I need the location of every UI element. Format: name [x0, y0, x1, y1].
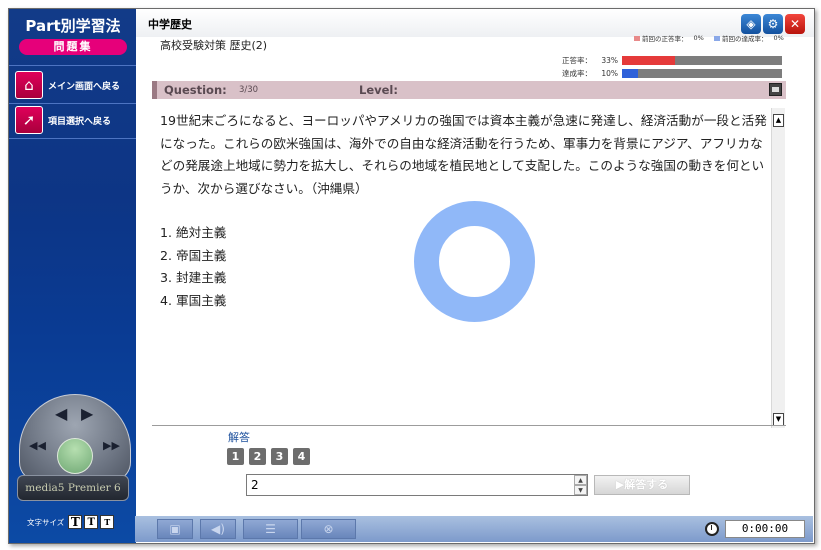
submit-answer-button[interactable]: ▶解答する: [594, 475, 690, 495]
answer-button-3[interactable]: 3: [271, 448, 288, 465]
legend-swatch: [634, 35, 640, 41]
font-size-large-button[interactable]: T: [68, 515, 83, 529]
choice-item: 1. 絶対主義: [160, 225, 227, 240]
sidebar-item-label: メイン画面へ戻る: [48, 81, 121, 92]
font-size-label: 文字サイズ: [27, 517, 65, 527]
navigation-controller: ◀ ▶ ◀◀ ▶▶: [19, 394, 131, 482]
cube-icon[interactable]: ◈: [741, 14, 761, 34]
correct-rate-fill: [622, 55, 675, 65]
app-logo-title: Part別学習法: [25, 17, 121, 35]
sidebar-divider: [9, 138, 136, 139]
answer-button-2[interactable]: 2: [249, 448, 266, 465]
answer-button-4[interactable]: 4: [293, 448, 310, 465]
controller-center-button[interactable]: [57, 438, 93, 474]
image-icon[interactable]: ▣: [157, 519, 193, 539]
question-text: 19世紀末ごろになると、ヨーロッパやアメリカの強国では資本主義が急速に発達し、経…: [160, 113, 767, 196]
font-size-medium-button[interactable]: T: [84, 515, 99, 529]
achievement-rate-row: 達成率： 10%: [552, 68, 782, 78]
first-question-button[interactable]: ◀◀: [29, 438, 46, 454]
home-icon: ⌂: [15, 71, 43, 99]
gear-icon[interactable]: ⚙: [763, 14, 783, 34]
previous-question-button[interactable]: ◀: [55, 406, 67, 422]
achievement-rate-value: 10%: [601, 68, 618, 78]
close-icon[interactable]: ✕: [785, 14, 805, 34]
last-question-button[interactable]: ▶▶: [103, 438, 120, 454]
correct-rate-value: 33%: [601, 55, 618, 65]
legend-prev-achieve: 前回の達成率： 0%: [714, 33, 784, 43]
legend-prev-correct-value: 0%: [693, 34, 704, 42]
legend-swatch: [714, 35, 720, 41]
timer: 0:00:00: [705, 519, 805, 539]
app-logo-subtitle: 問題集: [19, 39, 127, 55]
question-header: Question: 3/30 Level:: [152, 81, 786, 99]
legend-prev-correct-label: 前回の正答率：: [642, 35, 688, 43]
answer-button-1[interactable]: 1: [227, 448, 244, 465]
correct-rate-row: 正答率： 33%: [552, 55, 782, 65]
cancel-icon[interactable]: ⊗: [301, 519, 356, 539]
question-scrollbar[interactable]: ▲ ▼: [771, 108, 785, 428]
achievement-rate-bar: [622, 68, 782, 78]
sidebar-divider: [9, 65, 136, 66]
sidebar: Part別学習法 問題集 ⌂ メイン画面へ戻る ➚ 項目選択へ戻る ◀ ▶ ◀◀…: [9, 9, 136, 543]
list-icon[interactable]: ☰: [243, 519, 298, 539]
stopwatch-icon: [705, 522, 719, 536]
page-title: 中学歴史: [148, 18, 192, 31]
legend-prev-achieve-value: 0%: [773, 34, 784, 42]
correct-rate-bar: [622, 55, 782, 65]
test-subtitle: 高校受験対策 歴史(2): [160, 39, 268, 52]
score-stats: 前回の正答率： 0% 前回の達成率： 0% 正答率： 33% 達成率： 10%: [552, 33, 802, 78]
sidebar-item-main-menu[interactable]: ⌂ メイン画面へ戻る: [15, 70, 133, 100]
font-size-selector: 文字サイズ T T T: [27, 513, 135, 531]
answer-divider: [152, 425, 786, 426]
answer-label: 解答: [228, 431, 250, 444]
sidebar-divider: [9, 103, 136, 104]
answer-spinner: ▲ ▼: [574, 475, 587, 495]
spin-down-icon[interactable]: ▼: [574, 485, 587, 495]
correct-rate-label: 正答率：: [562, 55, 592, 65]
achievement-rate-fill: [622, 68, 638, 78]
loading-spinner-icon: [414, 201, 535, 322]
question-label: Question:: [164, 83, 227, 97]
level-label: Level:: [359, 83, 398, 97]
sidebar-item-label: 項目選択へ戻る: [48, 116, 112, 127]
legend-prev-correct: 前回の正答率： 0%: [634, 33, 704, 43]
timer-value: 0:00:00: [725, 520, 805, 538]
pointer-icon: ➚: [15, 106, 43, 134]
brand-label: media5 Premier 6: [17, 475, 129, 501]
legend-prev-achieve-label: 前回の達成率：: [722, 35, 768, 43]
memo-icon[interactable]: [769, 83, 782, 96]
next-question-button[interactable]: ▶: [81, 406, 93, 422]
bottom-toolbar: ▣ ◀) ☰ ⊗ 0:00:00: [135, 516, 813, 542]
sidebar-item-topic-select[interactable]: ➚ 項目選択へ戻る: [15, 105, 133, 135]
answer-input[interactable]: [246, 474, 588, 496]
answer-choice-buttons: 1 2 3 4: [227, 448, 315, 465]
scroll-up-arrow-icon[interactable]: ▲: [773, 114, 784, 127]
spin-up-icon[interactable]: ▲: [574, 475, 587, 485]
question-number: 3/30: [239, 85, 259, 95]
font-size-small-button[interactable]: T: [100, 515, 115, 529]
achievement-rate-label: 達成率：: [562, 68, 592, 78]
speaker-icon[interactable]: ◀): [200, 519, 236, 539]
choice-item: 4. 軍国主義: [160, 292, 227, 308]
